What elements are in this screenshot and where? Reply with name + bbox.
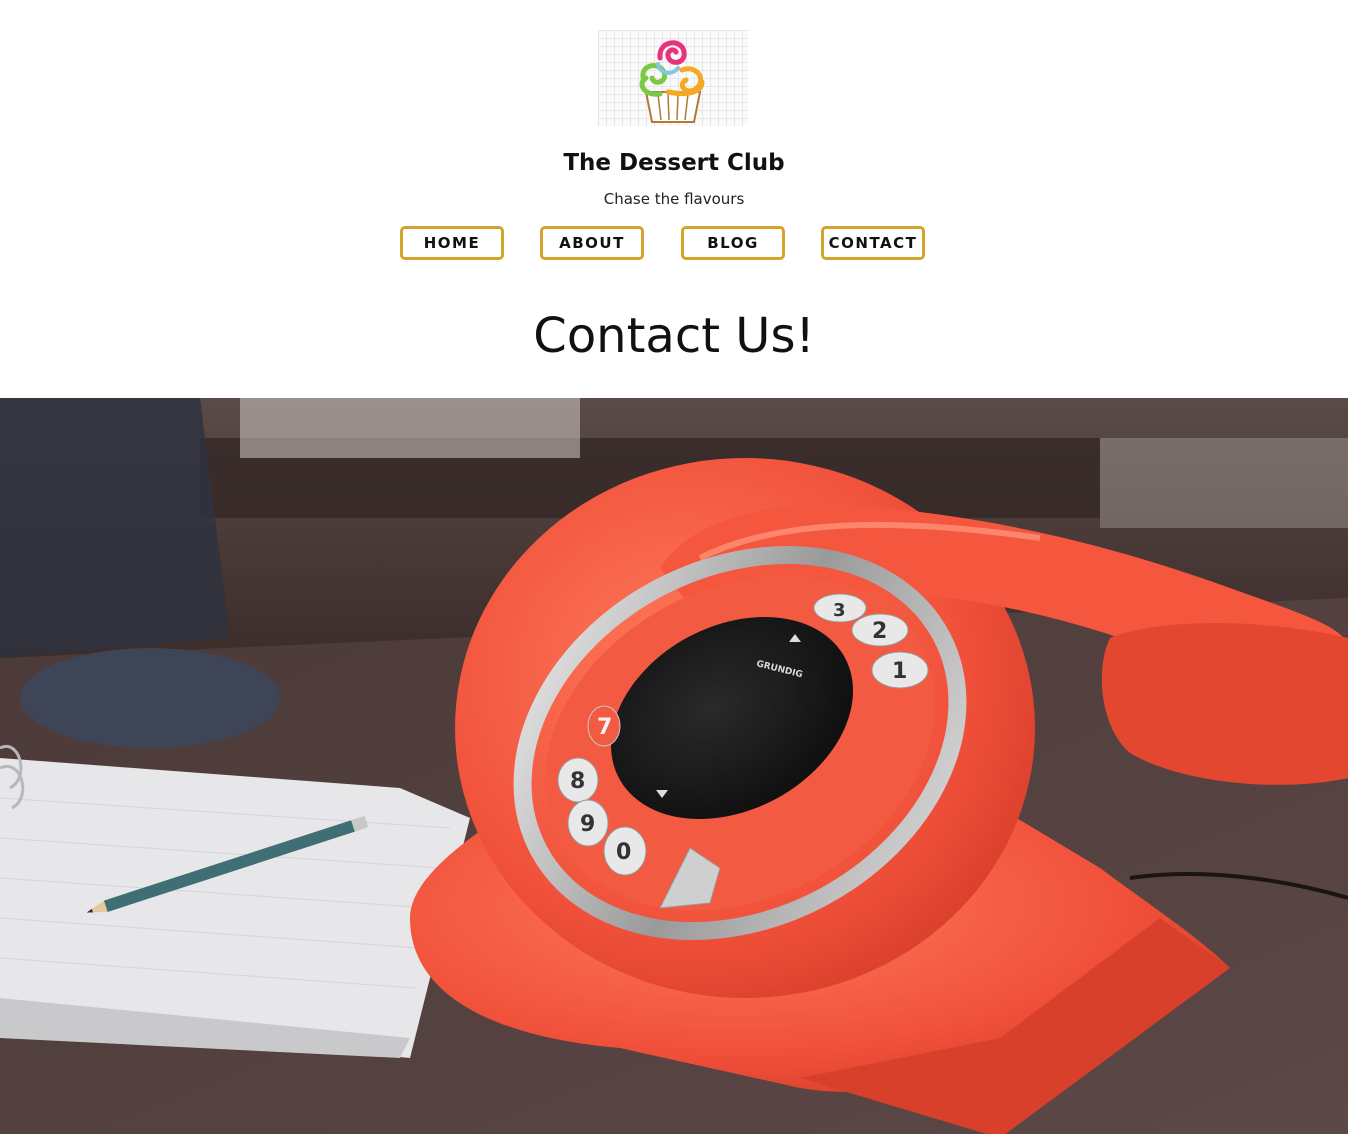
dial-key: 8 <box>557 757 599 803</box>
nav-about-button[interactable]: ABOUT <box>540 226 644 260</box>
main-nav: HOME ABOUT BLOG CONTACT <box>0 226 1348 266</box>
svg-text:3: 3 <box>833 600 846 621</box>
nav-home-button[interactable]: HOME <box>400 226 504 260</box>
svg-text:2: 2 <box>872 619 887 644</box>
cupcake-icon <box>639 40 705 123</box>
page-heading: Contact Us! <box>533 308 815 364</box>
site-tagline: Chase the flavours <box>603 190 745 208</box>
dial-key: 0 <box>603 826 647 876</box>
hero-image: GRUNDIG 1 2 3 7 8 9 0 <box>0 398 1348 1134</box>
nav-blog-button[interactable]: BLOG <box>681 226 785 260</box>
svg-text:1: 1 <box>892 659 907 684</box>
site-title[interactable]: The Dessert Club <box>0 150 1348 176</box>
dial-key: 7 <box>587 705 621 747</box>
hero-phone-illustration: GRUNDIG 1 2 3 7 8 9 0 <box>0 398 1348 1134</box>
site-logo[interactable] <box>598 30 748 126</box>
dial-key: 9 <box>567 799 609 847</box>
svg-text:9: 9 <box>580 812 595 837</box>
dial-key: 1 <box>871 651 929 689</box>
dial-key: 3 <box>813 593 867 623</box>
svg-text:7: 7 <box>597 715 612 740</box>
dial-key: 2 <box>851 613 909 647</box>
nav-contact-button[interactable]: CONTACT <box>821 226 925 260</box>
svg-text:8: 8 <box>570 769 585 794</box>
svg-text:0: 0 <box>616 840 631 865</box>
